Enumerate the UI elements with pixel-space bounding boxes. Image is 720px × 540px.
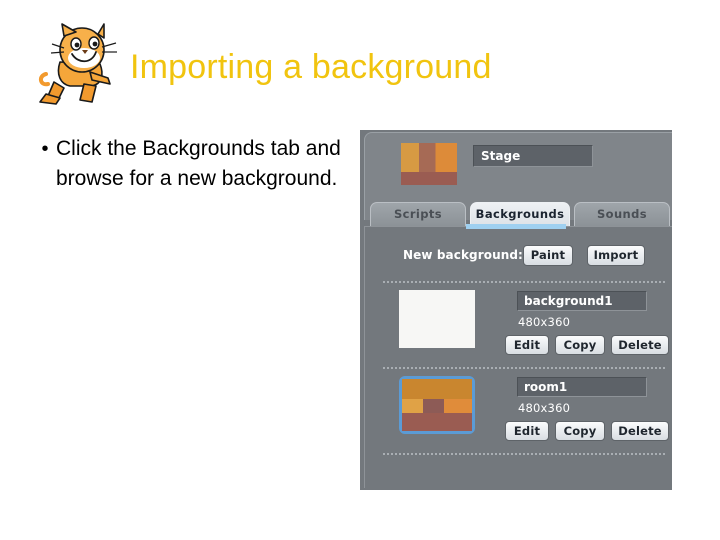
edit-button[interactable]: Edit bbox=[505, 335, 549, 355]
tab-scripts[interactable]: Scripts bbox=[370, 202, 466, 226]
room-scene-art bbox=[402, 379, 472, 431]
tab-backgrounds[interactable]: Backgrounds bbox=[470, 202, 570, 226]
stage-name-field[interactable]: Stage bbox=[473, 145, 593, 167]
bullet-marker-icon: • bbox=[41, 138, 49, 160]
backgrounds-list-pane: New background: Paint Import background1… bbox=[364, 226, 672, 488]
active-tab-indicator bbox=[466, 224, 566, 229]
background-thumbnail-art bbox=[402, 379, 472, 431]
paint-button[interactable]: Paint bbox=[523, 245, 573, 266]
slide-header: Importing a background bbox=[0, 0, 720, 120]
bullet-text: Click the Backgrounds tab and browse for… bbox=[56, 137, 341, 190]
new-background-label: New background: bbox=[403, 248, 523, 262]
stage-thumbnail[interactable] bbox=[401, 143, 457, 185]
bullet-list: • Click the Backgrounds tab and browse f… bbox=[34, 134, 354, 194]
background-name-field[interactable]: background1 bbox=[517, 291, 647, 311]
background-thumbnail[interactable] bbox=[399, 376, 475, 434]
list-item: • Click the Backgrounds tab and browse f… bbox=[34, 134, 354, 194]
page-title: Importing a background bbox=[130, 48, 492, 86]
new-background-row: New background: Paint Import bbox=[365, 245, 672, 269]
stage-thumbnail-art bbox=[401, 143, 457, 185]
separator bbox=[383, 367, 665, 371]
background-thumbnail-art bbox=[399, 290, 475, 348]
background-list-item[interactable]: room1 480x360 Edit Copy Delete bbox=[365, 373, 672, 453]
background-thumbnail[interactable] bbox=[399, 290, 475, 348]
background-name-field[interactable]: room1 bbox=[517, 377, 647, 397]
copy-button[interactable]: Copy bbox=[555, 335, 605, 355]
delete-button[interactable]: Delete bbox=[611, 421, 669, 441]
background-dimensions: 480x360 bbox=[518, 315, 571, 329]
separator bbox=[383, 281, 665, 285]
import-button[interactable]: Import bbox=[587, 245, 645, 266]
edit-button[interactable]: Edit bbox=[505, 421, 549, 441]
scratch-cat-logo bbox=[39, 23, 117, 105]
separator bbox=[383, 453, 665, 457]
background-dimensions: 480x360 bbox=[518, 401, 571, 415]
background-list-item[interactable]: background1 480x360 Edit Copy Delete bbox=[365, 287, 672, 367]
tab-sounds[interactable]: Sounds bbox=[574, 202, 670, 226]
copy-button[interactable]: Copy bbox=[555, 421, 605, 441]
scratch-screenshot: Stage Scripts Backgrounds Sounds New bac… bbox=[360, 130, 672, 490]
delete-button[interactable]: Delete bbox=[611, 335, 669, 355]
tab-strip: Scripts Backgrounds Sounds bbox=[364, 202, 672, 226]
